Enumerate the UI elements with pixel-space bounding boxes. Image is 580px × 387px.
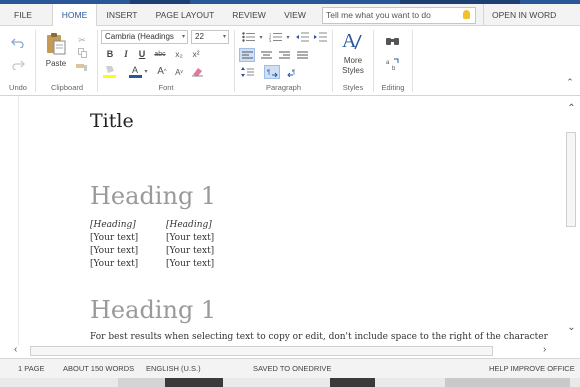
status-word-count: ABOUT 150 WORDS [63,364,135,373]
font-size-select[interactable]: 22 ▾ [191,30,229,44]
chevron-down-icon[interactable]: ▾ [258,33,264,41]
paste-icon[interactable] [44,31,68,57]
chevron-down-icon: ▾ [181,34,185,40]
font-color-icon[interactable]: A [127,64,143,78]
group-label-editing: Editing [381,83,405,92]
chevron-down-icon[interactable]: ▾ [285,33,291,41]
highlight-color-icon[interactable] [102,64,118,78]
scroll-left-icon[interactable]: ‹ [14,344,17,355]
paste-button-label[interactable]: Paste [44,59,68,68]
font-name-value: Cambria (Headings [105,32,174,41]
table-cell: [Your text] [166,259,215,269]
group-label-font: Font [158,83,174,92]
line-spacing-icon[interactable] [239,66,255,78]
format-painter-icon[interactable] [75,62,89,72]
document-canvas[interactable] [0,96,580,345]
status-page-count: 1 PAGE [18,364,45,373]
svg-text:3: 3 [269,38,272,42]
svg-text:b: b [392,66,396,70]
shrink-font-button[interactable]: Av [173,66,185,78]
doc-heading-1-second: Heading 1 [90,296,217,324]
taskbar-item [330,378,375,387]
more-styles-button[interactable]: More Styles [334,56,372,76]
ribbon-tab-bar: FILE HOME INSERT PAGE LAYOUT REVIEW VIEW… [0,4,580,27]
tell-me-search[interactable]: Tell me what you want to do [322,7,476,24]
tab-insert[interactable]: INSERT [102,4,142,26]
status-bar: 1 PAGE ABOUT 150 WORDS ENGLISH (U.S.) SA… [0,358,580,378]
group-divider [35,30,36,92]
cut-icon[interactable]: ✂ [76,35,88,45]
italic-button[interactable]: I [119,47,133,61]
increase-indent-icon[interactable] [312,31,328,43]
doc-body-text: For best results when selecting text to … [90,332,548,342]
tab-home[interactable]: HOME [52,4,97,27]
table-cell: [Your text] [166,233,215,243]
collapse-ribbon-icon[interactable]: ⌃ [564,76,576,88]
redo-icon[interactable] [9,56,27,72]
taskbar-item [445,378,570,387]
help-improve-office-link[interactable]: HELP IMPROVE OFFICE [489,359,575,379]
group-label-clipboard: Clipboard [50,83,84,92]
align-right-button[interactable] [276,48,292,62]
group-label-styles: Styles [342,83,364,92]
table-cell: [Your text] [166,246,215,256]
align-center-button[interactable] [258,48,274,62]
superscript-button[interactable]: x² [189,47,203,61]
table-cell: [Your text] [90,233,139,243]
font-size-value: 22 [195,32,204,41]
page-edge [18,96,19,345]
tab-review[interactable]: REVIEW [228,4,270,26]
justify-button[interactable] [294,48,310,62]
table-cell: [Heading] [166,220,212,230]
font-name-select[interactable]: Cambria (Headings ▾ [101,30,188,44]
doc-title: Title [90,110,134,132]
clear-formatting-icon[interactable] [190,65,204,78]
ribbon-home: Undo Paste ✂ Clipboard Cambria (Headings… [0,26,580,96]
tell-me-placeholder: Tell me what you want to do [326,10,431,20]
open-in-word-button[interactable]: OPEN IN WORD [483,4,580,26]
doc-heading-1: Heading 1 [90,182,217,210]
undo-icon[interactable] [9,34,27,50]
table-cell: [Heading] [90,220,136,230]
svg-text:a: a [386,60,390,66]
tab-view[interactable]: VIEW [279,4,311,26]
status-saved: SAVED TO ONEDRIVE [253,364,332,373]
group-label-paragraph: Paragraph [265,83,302,92]
taskbar-strip [0,378,580,387]
status-language[interactable]: ENGLISH (U.S.) [146,359,201,379]
taskbar-item [165,378,223,387]
grow-font-label: A [157,66,164,77]
replace-icon[interactable]: ab [384,57,400,71]
horizontal-scroll-thumb[interactable] [30,346,493,356]
chevron-down-icon[interactable]: ▾ [143,66,149,76]
tab-file[interactable]: FILE [8,4,38,26]
lightbulb-icon [463,10,470,19]
bold-button[interactable]: B [103,47,117,61]
styles-gallery-icon[interactable]: A [340,29,364,53]
rtl-direction-button[interactable]: ¶ [284,65,300,79]
table-cell: [Your text] [90,246,139,256]
svg-text:A: A [132,65,138,75]
scroll-right-icon[interactable]: › [543,344,546,355]
tab-page-layout[interactable]: PAGE LAYOUT [150,4,220,26]
subscript-button[interactable]: x₂ [172,47,186,61]
svg-text:¶: ¶ [267,70,270,76]
group-label-undo: Undo [9,83,27,92]
vertical-scroll-thumb[interactable] [566,132,576,227]
decrease-indent-icon[interactable] [294,31,310,43]
align-left-button[interactable] [239,48,255,62]
grow-font-button[interactable]: A ^ [155,65,169,78]
ltr-direction-button[interactable]: ¶ [264,65,280,79]
copy-icon[interactable] [76,48,88,58]
scroll-down-icon[interactable]: ⌄ [563,322,580,333]
scroll-up-icon[interactable]: ⌃ [563,103,580,114]
group-divider [412,30,413,92]
numbering-icon[interactable]: 123 [267,31,285,43]
strikethrough-button[interactable]: abc [151,47,169,61]
table-cell: [Your text] [90,259,139,269]
bullets-icon[interactable] [240,31,258,43]
underline-button[interactable]: U [135,47,149,61]
chevron-down-icon: ▾ [222,34,226,40]
find-icon[interactable] [384,34,400,48]
